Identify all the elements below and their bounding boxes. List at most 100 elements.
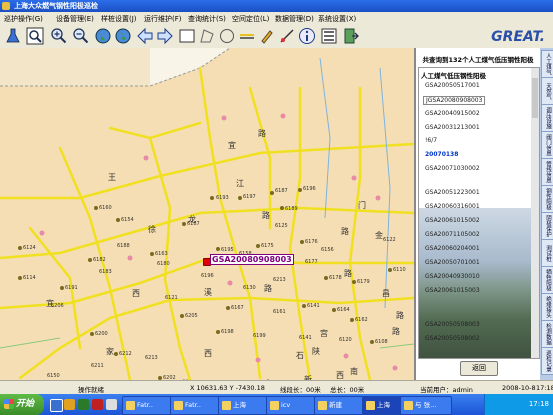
back-button[interactable]: 返回: [460, 361, 498, 376]
anode-id-label: 6164: [337, 307, 350, 313]
map-place-label: 路: [264, 284, 272, 293]
zoom-in-icon[interactable]: [50, 27, 68, 45]
quicklaunch-icon[interactable]: [50, 399, 63, 412]
side-tab[interactable]: 阀门信息: [541, 131, 553, 159]
menu-location[interactable]: 空间定位(L): [232, 14, 269, 24]
info-icon[interactable]: [298, 27, 316, 45]
side-tab[interactable]: 绝缘接头: [541, 293, 553, 321]
list-item[interactable]: GSA20051223001: [425, 189, 480, 196]
list-item[interactable]: GSA20040930010: [425, 273, 480, 280]
anode-id-label: 6197: [243, 194, 256, 200]
side-tab[interactable]: 调压设施: [541, 104, 553, 132]
anode-id-label: 6187: [187, 221, 200, 227]
globe-icon[interactable]: [114, 27, 132, 45]
menu-equipment[interactable]: 设备管理(E): [56, 14, 94, 24]
list-item[interactable]: GSA20050508002: [425, 335, 480, 342]
list-item[interactable]: GSA20061015002: [425, 217, 480, 224]
task-label: Fatr..: [185, 401, 201, 409]
side-tab[interactable]: 阴极保护: [541, 212, 553, 240]
side-tab[interactable]: 钢性阳极: [541, 185, 553, 213]
side-tab[interactable]: 人工煤气: [541, 50, 553, 78]
side-tab[interactable]: 管线信息: [541, 158, 553, 186]
map-place-label: 路: [392, 327, 400, 336]
menu-system[interactable]: 系统设置(X): [318, 14, 356, 24]
list-item[interactable]: GSA20031213001: [425, 124, 480, 131]
result-list[interactable]: 人工煤气低压钢性阳极 GSA20050517001 JGSA20080908003…: [418, 67, 540, 359]
status-total-length: 总长：00米: [330, 386, 365, 394]
task-label: 上海: [377, 401, 390, 409]
quicklaunch-icon[interactable]: [106, 399, 117, 410]
list-item[interactable]: GSA20050517001: [425, 82, 480, 89]
zoom-out-icon[interactable]: [72, 27, 90, 45]
anode-id-label: 6195: [221, 247, 234, 253]
list-item[interactable]: GSA20071105002: [425, 231, 480, 238]
start-button[interactable]: 开始: [0, 394, 44, 415]
window-title: 上海大众燃气钢性阳极巡检: [14, 2, 98, 10]
taskbar-task[interactable]: 与 张...: [400, 396, 452, 415]
anode-id-label: 6196: [201, 273, 214, 279]
task-label: 与 张...: [415, 401, 437, 409]
side-tab-strip: 人工煤气 天然气 调压设施 阀门信息 管线信息 钢性阳极 阴极保护 测试桩 牺牲阳极 绝缘接头 检测…: [540, 48, 553, 380]
side-tab[interactable]: 检测数据: [541, 320, 553, 348]
list-item[interactable]: GSA20050701001: [425, 259, 480, 266]
anode-id-label: 6122: [383, 237, 396, 243]
paint-icon[interactable]: [258, 27, 276, 45]
task-label: icv: [281, 401, 291, 409]
legend-icon[interactable]: [320, 27, 338, 45]
quicklaunch-icon[interactable]: [64, 399, 75, 410]
anode-id-label: 6120: [339, 337, 352, 343]
task-icon: [366, 401, 375, 410]
anode-id-label: 6199: [253, 333, 266, 339]
measure-icon[interactable]: [278, 27, 296, 45]
menu-stake[interactable]: 样桩设置(J): [101, 14, 137, 24]
list-item[interactable]: GSA20061015003: [425, 287, 480, 294]
anode-id-label: 6212: [119, 351, 132, 357]
arrow-left-icon[interactable]: [136, 27, 154, 45]
menu-maintenance[interactable]: 运行维护(F): [144, 14, 182, 24]
anode-id-label: 6160: [99, 205, 112, 211]
globe-icon[interactable]: [94, 27, 112, 45]
list-item[interactable]: JGSA20080908003: [423, 96, 486, 105]
scrollbar-thumb[interactable]: [532, 78, 538, 118]
map-canvas[interactable]: 宜路江路路路金龙西西宜家溪路徐王门南路石路德陕西北会昌路新宫6193619761…: [0, 48, 415, 380]
list-item[interactable]: GSA20071030002: [425, 165, 480, 172]
map-place-label: 石: [296, 351, 304, 360]
windows-flag-icon: [4, 399, 14, 409]
system-tray: 17:18: [484, 394, 553, 415]
polygon-icon[interactable]: [198, 27, 216, 45]
menu-inspection[interactable]: 巡护操作(G): [4, 14, 43, 24]
quicklaunch-icon[interactable]: [78, 399, 89, 410]
flask-icon[interactable]: [4, 27, 22, 45]
map-place-label: 门: [358, 201, 366, 210]
task-icon: [318, 401, 327, 410]
map-place-label: 南: [350, 367, 358, 376]
list-scrollbar[interactable]: [531, 68, 539, 358]
map-place-label: 昌: [382, 289, 390, 298]
anode-id-label: 6213: [273, 277, 286, 283]
side-tab[interactable]: 测试桩: [541, 239, 553, 267]
side-tab[interactable]: 天然气: [541, 77, 553, 105]
side-tab[interactable]: 牺牲阳极: [541, 266, 553, 294]
anode-id-label: 6200: [95, 331, 108, 337]
circle-icon[interactable]: [218, 27, 236, 45]
quicklaunch-icon[interactable]: [92, 399, 103, 410]
list-item[interactable]: !6/7: [425, 137, 437, 144]
list-item[interactable]: GSA20060204001: [425, 245, 480, 252]
anode-id-label: 6179: [357, 279, 370, 285]
menu-query[interactable]: 查询统计(S): [188, 14, 226, 24]
anode-id-label: 6176: [305, 239, 318, 245]
rectangle-icon[interactable]: [178, 27, 196, 45]
list-item[interactable]: GSA20060316001: [425, 203, 480, 210]
list-item[interactable]: 20070138: [425, 151, 458, 158]
side-tab[interactable]: 巡检记录: [541, 347, 553, 375]
list-item[interactable]: GSA20040915002: [425, 110, 480, 117]
anode-id-label: 6162: [355, 317, 368, 323]
zoom-window-icon[interactable]: [26, 27, 44, 45]
menu-data[interactable]: 数据管理(D): [275, 14, 314, 24]
line-icon[interactable]: [238, 27, 256, 45]
list-item[interactable]: GSA20050508003: [425, 321, 480, 328]
map-place-label: 西: [204, 349, 212, 358]
result-count-heading: 共查询到132个人工煤气低压钢性阳极: [422, 56, 534, 64]
exit-icon[interactable]: [342, 27, 360, 45]
arrow-right-icon[interactable]: [156, 27, 174, 45]
